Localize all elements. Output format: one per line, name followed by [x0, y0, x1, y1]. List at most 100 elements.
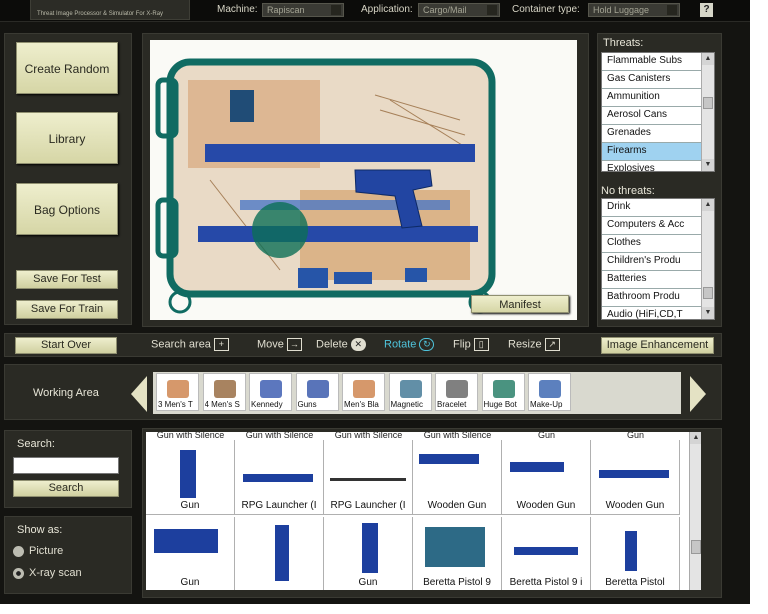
result-cell[interactable]: Beretta Pistol — [591, 517, 680, 590]
weapon-thumbnail-icon — [625, 531, 637, 571]
threat-item[interactable]: Firearms — [602, 143, 701, 161]
no-threat-item[interactable]: Audio (HiFi,CD,T — [602, 307, 701, 319]
working-area-tile[interactable]: Make-Up — [528, 373, 571, 411]
tile-label: Men's Bla — [344, 400, 379, 409]
manifest-button[interactable]: Manifest — [471, 295, 569, 313]
tile-thumbnail-icon — [167, 380, 189, 398]
resize-icon: ↗ — [544, 338, 560, 351]
result-cell[interactable]: Beretta Pistol 9 — [413, 517, 502, 590]
tile-label: 3 Men's T — [158, 400, 193, 409]
threats-label: Threats: — [603, 37, 644, 49]
no-threats-list[interactable]: Drink Computers & Acc Clothes Children's Pr… — [601, 198, 715, 320]
tile-thumbnail-icon — [399, 380, 422, 398]
result-cell[interactable]: Gun — [324, 517, 413, 590]
weapon-thumbnail-icon — [419, 454, 479, 464]
result-label: Wooden Gun — [605, 500, 665, 511]
tile-label: Magnetic — [390, 400, 423, 409]
result-cell[interactable]: Gun — [146, 440, 235, 515]
result-cell[interactable]: RPG Launcher (I — [235, 440, 324, 515]
tile-label: Make-Up — [530, 400, 563, 409]
scroll-thumb[interactable] — [703, 97, 713, 109]
save-for-test-button[interactable]: Save For Test — [16, 270, 118, 289]
threat-item[interactable]: Grenades — [602, 125, 701, 143]
no-threat-item[interactable]: Bathroom Produ — [602, 289, 701, 307]
threats-list[interactable]: Flammable Subs Gas Canisters Ammunition Aer… — [601, 52, 715, 172]
working-area-tile[interactable]: 4 Men's S — [202, 373, 246, 411]
threat-item[interactable]: Flammable Subs — [602, 53, 701, 71]
no-threats-label: No threats: — [601, 185, 655, 197]
application-select[interactable]: Cargo/Mail — [418, 3, 500, 17]
result-cell[interactable]: Gun — [146, 517, 235, 590]
result-cell[interactable] — [235, 517, 324, 590]
radio-icon — [13, 545, 24, 557]
working-area-label: Working Area — [33, 387, 99, 399]
weapon-thumbnail-icon — [362, 523, 378, 573]
tile-label: Huge Bot — [483, 400, 517, 409]
search-area-tool[interactable]: Search area + — [151, 338, 229, 351]
weapon-thumbnail-icon — [154, 529, 218, 553]
result-cell[interactable]: Wooden Gun — [502, 440, 591, 515]
help-button[interactable]: ? — [700, 3, 713, 17]
scroll-up-icon[interactable]: ▲ — [690, 432, 701, 444]
rotate-tool[interactable]: Rotate ↻ — [384, 338, 435, 351]
result-label: RPG Launcher (I — [241, 500, 317, 511]
xray-image — [155, 58, 496, 314]
no-threat-item[interactable]: Children's Produ — [602, 253, 701, 271]
library-button[interactable]: Library — [16, 112, 118, 164]
result-cell[interactable]: Beretta Pistol 9 i — [502, 517, 591, 590]
bag-options-button[interactable]: Bag Options — [16, 183, 118, 235]
threat-item[interactable]: Aerosol Cans — [602, 107, 701, 125]
scroll-down-icon[interactable]: ▼ — [702, 159, 714, 171]
working-area-tile[interactable]: Huge Bot — [481, 373, 525, 411]
resize-label: Resize — [508, 338, 542, 351]
scroll-right-arrow-icon[interactable] — [690, 376, 706, 412]
machine-select[interactable]: Rapiscan — [262, 3, 344, 17]
flip-tool[interactable]: Flip ▯ — [453, 338, 489, 351]
container-type-label: Container type: — [512, 4, 580, 15]
threat-item[interactable]: Gas Canisters — [602, 71, 701, 89]
image-enhancement-button[interactable]: Image Enhancement — [601, 337, 714, 354]
result-top-label: Gun with Silence — [156, 432, 225, 440]
start-over-button[interactable]: Start Over — [15, 337, 117, 354]
scroll-thumb[interactable] — [703, 287, 713, 299]
working-area-tile[interactable]: Bracelet — [435, 373, 478, 411]
rotate-icon: ↻ — [419, 338, 435, 351]
xray-canvas[interactable] — [150, 40, 577, 320]
no-threat-item[interactable]: Batteries — [602, 271, 701, 289]
result-cell[interactable]: Wooden Gun — [591, 440, 680, 515]
search-input[interactable] — [13, 457, 119, 474]
threat-item[interactable]: Ammunition — [602, 89, 701, 107]
working-area-tile[interactable]: Magnetic — [388, 373, 432, 411]
picture-radio[interactable]: Picture — [13, 545, 63, 557]
create-random-button[interactable]: Create Random — [16, 42, 118, 94]
no-threat-item[interactable]: Computers & Acc — [602, 217, 701, 235]
scroll-thumb[interactable] — [691, 540, 701, 554]
working-area-tile[interactable]: 3 Men's T — [156, 373, 199, 411]
threat-item[interactable]: Explosives — [602, 161, 701, 171]
container-type-select[interactable]: Hold Luggage — [588, 3, 680, 17]
scroll-up-icon[interactable]: ▲ — [702, 53, 714, 65]
move-tool[interactable]: Move → — [257, 338, 302, 351]
no-threats-scrollbar[interactable]: ▲ ▼ — [701, 199, 714, 319]
scroll-down-icon[interactable]: ▼ — [702, 307, 714, 319]
result-cell[interactable]: RPG Launcher (I — [324, 440, 413, 515]
resize-tool[interactable]: Resize ↗ — [508, 338, 560, 351]
save-for-train-button[interactable]: Save For Train — [16, 300, 118, 319]
result-cell[interactable]: Wooden Gun — [413, 440, 502, 515]
threats-scrollbar[interactable]: ▲ ▼ — [701, 53, 714, 171]
working-area-tile[interactable]: Men's Bla — [342, 373, 385, 411]
no-threat-item[interactable]: Clothes — [602, 235, 701, 253]
tile-thumbnail-icon — [260, 380, 282, 398]
weapon-thumbnail-icon — [510, 462, 564, 472]
working-area-tile[interactable]: Kennedy — [249, 373, 292, 411]
search-button[interactable]: Search — [13, 480, 119, 497]
xray-scan-radio[interactable]: X-ray scan — [13, 567, 82, 579]
scroll-left-arrow-icon[interactable] — [131, 376, 147, 412]
scroll-up-icon[interactable]: ▲ — [702, 199, 714, 211]
tile-label: Kennedy — [251, 400, 283, 409]
tile-label: Guns — [297, 400, 317, 409]
results-scrollbar[interactable]: ▲ — [689, 432, 701, 590]
delete-tool[interactable]: Delete ✕ — [316, 338, 366, 351]
no-threat-item[interactable]: Drink — [602, 199, 701, 217]
working-area-tile[interactable]: Guns — [295, 373, 339, 411]
